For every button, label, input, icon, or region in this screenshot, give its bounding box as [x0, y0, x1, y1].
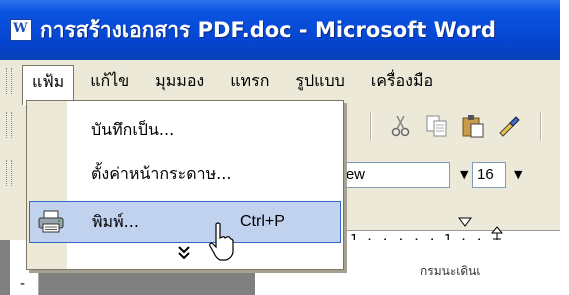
menu-item-page-setup[interactable]: ตั้งค่าหน้ากระดาษ... — [29, 153, 341, 195]
document-text: กรมนะเดินเ — [420, 264, 481, 278]
menu-insert[interactable]: แทรก — [220, 65, 279, 98]
indent-marker-icon[interactable] — [458, 217, 472, 233]
vertical-ruler-mark: - — [20, 276, 26, 292]
expand-chevron-icon[interactable] — [177, 245, 191, 261]
menu-view[interactable]: มุมมอง — [145, 65, 214, 98]
file-menu-dropdown: บันทึกเป็น... ตั้งค่าหน้ากระดาษ... พิมพ์… — [26, 100, 344, 270]
menu-item-label: บันทึกเป็น... — [91, 119, 175, 139]
word-doc-icon[interactable] — [10, 19, 32, 41]
menu-tools[interactable]: เครื่องมือ — [361, 65, 443, 98]
toolbar-separator — [370, 112, 372, 140]
word-window: การสร้างเอกสาร PDF.doc - Microsoft Word … — [0, 0, 560, 295]
toolbar-grip[interactable] — [6, 160, 12, 186]
menubar-grip[interactable] — [6, 68, 12, 94]
menu-edit[interactable]: แก้ไข — [80, 65, 139, 98]
cut-icon[interactable] — [388, 113, 414, 139]
menu-format[interactable]: รูปแบบ — [285, 65, 354, 98]
mouse-pointer-icon — [209, 222, 234, 261]
toolbar-separator — [540, 112, 542, 140]
menu-file[interactable]: แฟ้ม — [22, 65, 75, 105]
menu-bar: แฟ้ม แก้ไข มุมมอง แทรก รูปแบบ เครื่องมือ — [0, 62, 560, 105]
window-title: การสร้างเอกสาร PDF.doc - Microsoft Word — [40, 17, 496, 42]
menu-item-save-as[interactable]: บันทึกเป็น... — [29, 109, 341, 151]
menu-item-shortcut: Ctrl+P — [240, 213, 285, 230]
menu-item-label: ตั้งค่าหน้ากระดาษ... — [91, 163, 232, 183]
toolbar-grip[interactable] — [6, 112, 12, 138]
printer-icon — [38, 210, 64, 233]
font-size-combo[interactable]: 16 — [472, 162, 506, 188]
title-bar[interactable]: การสร้างเอกสาร PDF.doc - Microsoft Word — [0, 0, 560, 60]
font-name-dropdown-icon[interactable]: ▼ — [460, 162, 468, 188]
copy-icon[interactable] — [424, 113, 450, 139]
menu-item-label: พิมพ์... — [92, 211, 139, 231]
font-name-combo[interactable]: New — [330, 162, 450, 188]
menu-item-print[interactable]: พิมพ์... Ctrl+P — [29, 201, 341, 243]
paste-icon[interactable] — [460, 113, 486, 139]
font-size-dropdown-icon[interactable]: ▼ — [514, 162, 522, 188]
format-painter-icon[interactable] — [496, 113, 522, 139]
